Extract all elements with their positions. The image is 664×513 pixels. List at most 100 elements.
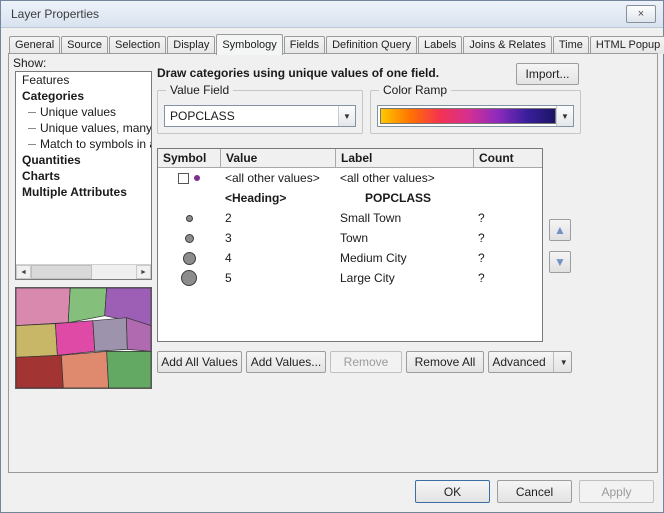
- point-symbol-icon: [186, 215, 193, 222]
- all-other-values-checkbox[interactable]: [178, 173, 189, 184]
- count-cell: ?: [473, 228, 543, 248]
- description-text: Draw categories using unique values of o…: [157, 66, 439, 80]
- scrollbar-track[interactable]: [31, 265, 136, 279]
- symbol-row-3[interactable]: 3 Town ?: [158, 228, 542, 248]
- map-polygon: [61, 351, 108, 388]
- label-cell: Small Town: [335, 208, 473, 228]
- remove-all-button[interactable]: Remove All: [406, 351, 484, 373]
- map-polygon: [55, 321, 94, 356]
- tab-joins-relates[interactable]: Joins & Relates: [463, 36, 551, 54]
- label-cell: Large City: [335, 268, 473, 288]
- value-field-select[interactable]: POPCLASS ▼: [164, 105, 356, 127]
- symbol-table-header: Symbol Value Label Count: [158, 149, 542, 168]
- map-polygon: [107, 351, 151, 388]
- close-icon: ×: [638, 8, 644, 20]
- tab-labels[interactable]: Labels: [418, 36, 462, 54]
- map-polygon: [68, 288, 106, 323]
- tab-fields[interactable]: Fields: [284, 36, 325, 54]
- label-cell: <all other values>: [335, 168, 473, 188]
- tree-horizontal-scrollbar[interactable]: ◄ ►: [16, 264, 151, 279]
- window-title: Layer Properties: [11, 7, 99, 21]
- tab-source[interactable]: Source: [61, 36, 108, 54]
- move-down-button[interactable]: ▼: [549, 251, 571, 273]
- symbol-row-4[interactable]: 4 Medium City ?: [158, 248, 542, 268]
- scroll-right-icon[interactable]: ►: [136, 265, 151, 279]
- label-cell: Medium City: [335, 248, 473, 268]
- import-button[interactable]: Import...: [516, 63, 579, 85]
- symbol-cell: [158, 188, 220, 208]
- column-header-count[interactable]: Count: [473, 149, 543, 167]
- color-ramp-preview: [380, 108, 556, 124]
- value-field-label: Value Field: [166, 83, 233, 97]
- value-cell: <Heading>: [220, 188, 335, 208]
- point-symbol-icon: [185, 234, 194, 243]
- show-item-categories[interactable]: Categories: [16, 88, 151, 104]
- titlebar[interactable]: Layer Properties: [1, 1, 663, 28]
- color-ramp-select[interactable]: ▼: [377, 105, 574, 127]
- value-cell: 2: [220, 208, 335, 228]
- symbol-cell: [158, 268, 220, 288]
- count-cell: ?: [473, 268, 543, 288]
- show-item-unique-values-many[interactable]: Unique values, many: [16, 120, 151, 136]
- up-arrow-icon: ▲: [554, 223, 566, 237]
- chevron-down-icon: ▼: [556, 106, 573, 126]
- value-field-group: Value Field POPCLASS ▼: [157, 90, 363, 134]
- count-cell: ?: [473, 208, 543, 228]
- tab-time[interactable]: Time: [553, 36, 589, 54]
- show-item-features[interactable]: Features: [16, 72, 151, 88]
- tab-symbology[interactable]: Symbology: [216, 34, 282, 55]
- symbol-row-heading[interactable]: <Heading> POPCLASS: [158, 188, 542, 208]
- value-field-value: POPCLASS: [165, 109, 235, 123]
- tab-definition-query[interactable]: Definition Query: [326, 36, 417, 54]
- advanced-button[interactable]: Advanced ▼: [488, 351, 572, 373]
- column-header-label[interactable]: Label: [335, 149, 473, 167]
- count-cell: ?: [473, 248, 543, 268]
- advanced-dropdown-icon: ▼: [553, 352, 568, 372]
- add-all-values-button[interactable]: Add All Values: [157, 351, 242, 373]
- remove-button[interactable]: Remove: [330, 351, 402, 373]
- symbol-row-all-other-values[interactable]: <all other values> <all other values>: [158, 168, 542, 188]
- symbol-cell: [158, 228, 220, 248]
- column-header-value[interactable]: Value: [220, 149, 335, 167]
- tab-selection[interactable]: Selection: [109, 36, 166, 54]
- show-item-multiple-attributes[interactable]: Multiple Attributes: [16, 184, 151, 200]
- tab-html-popup[interactable]: HTML Popup: [590, 36, 664, 54]
- value-cell: 3: [220, 228, 335, 248]
- color-ramp-label: Color Ramp: [379, 83, 451, 97]
- move-up-button[interactable]: ▲: [549, 219, 571, 241]
- map-polygon: [93, 318, 127, 352]
- count-cell: [473, 168, 543, 188]
- color-ramp-group: Color Ramp ▼: [370, 90, 581, 134]
- scroll-left-icon[interactable]: ◄: [16, 265, 31, 279]
- show-item-unique-values[interactable]: Unique values: [16, 104, 151, 120]
- value-cell: 5: [220, 268, 335, 288]
- show-item-quantities[interactable]: Quantities: [16, 152, 151, 168]
- scrollbar-thumb[interactable]: [31, 265, 92, 279]
- show-item-charts[interactable]: Charts: [16, 168, 151, 184]
- symbol-cell: [158, 208, 220, 228]
- show-item-match-to-symbols[interactable]: Match to symbols in a: [16, 136, 151, 152]
- symbol-cell: [158, 248, 220, 268]
- cancel-button[interactable]: Cancel: [497, 480, 572, 503]
- value-cell: <all other values>: [220, 168, 335, 188]
- symbol-row-2[interactable]: 2 Small Town ?: [158, 208, 542, 228]
- tab-general[interactable]: General: [9, 36, 60, 54]
- symbology-tab-page: Show: Features Categories Unique values …: [8, 53, 658, 473]
- apply-button[interactable]: Apply: [579, 480, 654, 503]
- symbology-preview-map: [15, 287, 152, 389]
- layer-properties-dialog: { "window": { "title": "Layer Properties…: [0, 0, 664, 513]
- map-polygon: [16, 288, 70, 326]
- tab-display[interactable]: Display: [167, 36, 215, 54]
- tab-strip: General Source Selection Display Symbolo…: [9, 34, 657, 54]
- show-label: Show:: [13, 56, 46, 70]
- symbol-row-5[interactable]: 5 Large City ?: [158, 268, 542, 288]
- symbol-table: Symbol Value Label Count <all other valu…: [157, 148, 543, 342]
- map-polygon: [16, 324, 57, 358]
- close-button[interactable]: ×: [626, 5, 656, 23]
- point-symbol-icon: [183, 252, 196, 265]
- column-header-symbol[interactable]: Symbol: [158, 149, 220, 167]
- ok-button[interactable]: OK: [415, 480, 490, 503]
- add-values-button[interactable]: Add Values...: [246, 351, 326, 373]
- point-symbol-icon: [181, 270, 197, 286]
- map-polygon: [16, 355, 63, 388]
